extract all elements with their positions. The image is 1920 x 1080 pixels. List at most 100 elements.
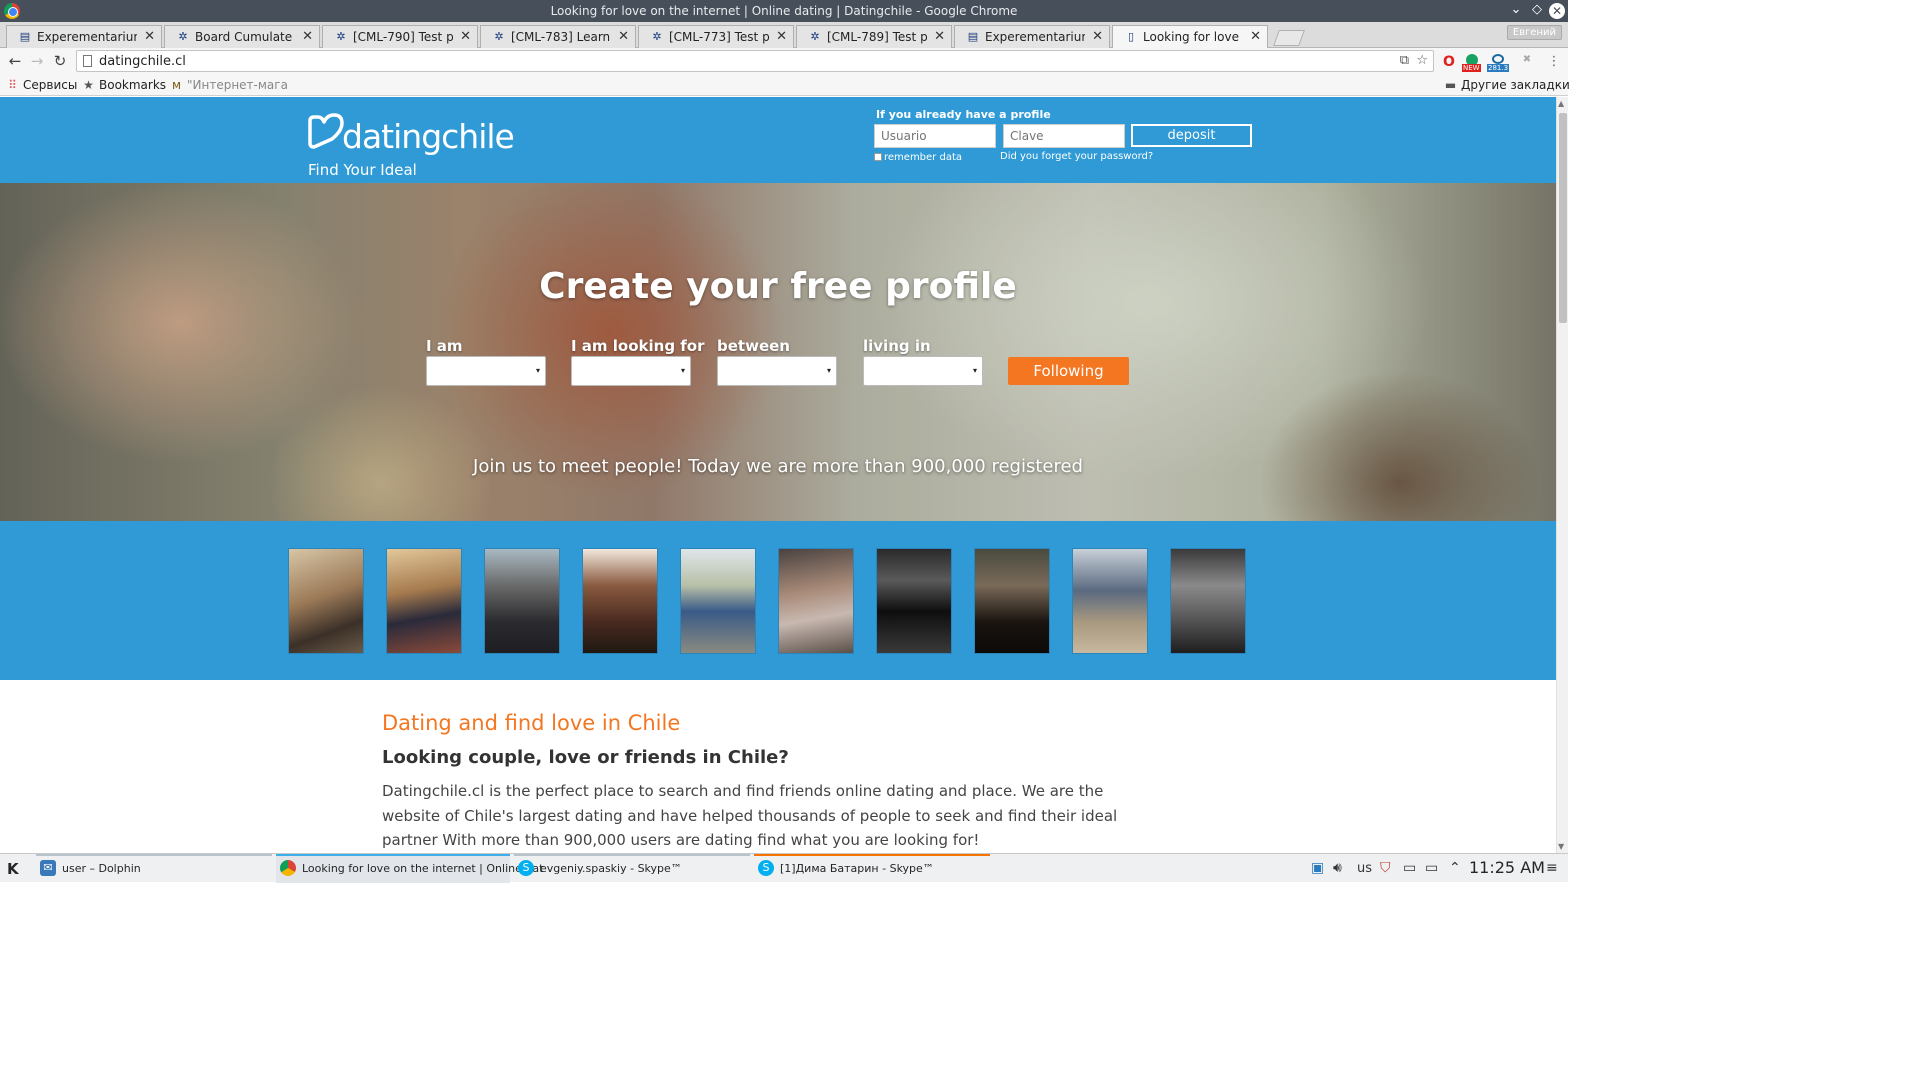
forward-arrow-icon[interactable]: → — [28, 52, 46, 70]
following-button[interactable]: Following — [1008, 357, 1129, 385]
site-header: datingchile Find Your Ideal If you alrea… — [0, 97, 1556, 183]
heart-logo-icon — [308, 113, 344, 149]
username-input[interactable] — [874, 124, 996, 148]
select-living-in[interactable]: ▾ — [863, 356, 983, 386]
join-tagline: Join us to meet people! Today we are mor… — [473, 456, 1083, 477]
tab-close-icon[interactable]: ✕ — [144, 29, 155, 44]
shield-icon[interactable]: ⛉ — [1380, 860, 1391, 876]
content-subheading: Looking couple, love or friends in Chile… — [382, 747, 789, 768]
browser-tab[interactable]: ✲ [CML-789] Test proje ✕ — [796, 25, 952, 48]
translate-icon[interactable]: ⧉ — [1400, 53, 1409, 68]
member-photo[interactable] — [1072, 548, 1148, 654]
skype-icon: S — [758, 860, 774, 876]
browser-tab-active[interactable]: ▯ Looking for love on ✕ — [1112, 25, 1268, 49]
browser-tab[interactable]: ✲ [CML-790] Test proje ✕ — [322, 25, 478, 48]
shop-icon: м — [171, 78, 182, 92]
member-photo[interactable] — [1170, 548, 1246, 654]
browser-tab[interactable]: ✲ Board Cumulate - A ✕ — [164, 25, 320, 48]
browser-tab[interactable]: ✲ [CML-783] Learning ✕ — [480, 25, 636, 48]
bookmark-shop[interactable]: м "Интернет-мага — [170, 78, 288, 92]
tab-close-icon[interactable]: ✕ — [460, 29, 471, 44]
display-icon[interactable]: ▭ — [1425, 860, 1438, 876]
new-tab-button[interactable] — [1273, 30, 1305, 46]
password-input[interactable] — [1003, 124, 1125, 148]
bookmarks-bar: ⠿ Сервисы ★ Bookmarks м "Интернет-мага ▬ Дру… — [0, 75, 1570, 96]
bookmark-other[interactable]: ▬ Другие закладки — [1444, 78, 1570, 92]
hero-title: Create your free profile — [539, 266, 1017, 307]
taskbar-item-skype-1[interactable]: S evgeniy.spaskiy - Skype™ — [514, 854, 750, 883]
page-scrollbar[interactable]: ▲ ▼ — [1556, 97, 1568, 853]
clipboard-icon[interactable]: ▭ — [1403, 860, 1416, 876]
taskbar-item-dolphin[interactable]: ✉ user – Dolphin — [36, 854, 272, 883]
browser-tab[interactable]: ✲ [CML-773] Test proje ✕ — [638, 25, 794, 48]
extension-counter-icon[interactable]: 281.3 — [1487, 54, 1510, 72]
remember-data-checkbox[interactable]: remember data — [874, 152, 962, 163]
tab-close-icon[interactable]: ✕ — [1092, 29, 1103, 44]
star-icon: ★ — [83, 78, 94, 92]
extension-puzzle-icon[interactable]: ✖ — [1519, 54, 1535, 70]
select-looking-for[interactable]: ▾ — [571, 356, 691, 386]
member-photo[interactable] — [582, 548, 658, 654]
tab-close-icon[interactable]: ✕ — [618, 29, 629, 44]
opera-icon[interactable]: O — [1441, 54, 1457, 70]
back-arrow-icon[interactable]: ← — [6, 52, 24, 70]
caret-down-icon: ▾ — [972, 366, 977, 375]
login-deposit-button[interactable]: deposit — [1131, 124, 1252, 147]
window-close-button[interactable]: ✕ — [1549, 3, 1565, 19]
menu-dots-icon[interactable]: ⋮ — [1546, 54, 1562, 70]
profile-badge[interactable]: Евгений — [1506, 25, 1562, 40]
member-photo[interactable] — [974, 548, 1050, 654]
kde-menu-icon[interactable]: K — [7, 860, 19, 878]
taskbar-item-skype-2[interactable]: S [1]Дима Батарин - Skype™ — [754, 854, 990, 883]
member-photo[interactable] — [484, 548, 560, 654]
maximize-icon[interactable]: ◇ — [1529, 2, 1545, 17]
browser-tab[interactable]: ▤ Experementarium | ✕ — [6, 25, 162, 48]
taskbar-clock[interactable]: 11:25 AM — [1469, 858, 1545, 877]
tray-expand-icon[interactable]: ⌃ — [1449, 860, 1461, 876]
keyboard-layout[interactable]: us — [1357, 861, 1372, 876]
bookmark-folder-bookmarks[interactable]: ★ Bookmarks — [82, 78, 166, 92]
scroll-down-icon[interactable]: ▼ — [1558, 842, 1564, 851]
content-paragraph: Datingchile.cl is the perfect place to s… — [382, 782, 1118, 849]
member-photo[interactable] — [680, 548, 756, 654]
notifications-icon[interactable]: ▣ — [1311, 860, 1324, 876]
tab-close-icon[interactable]: ✕ — [302, 29, 313, 44]
reload-icon[interactable]: ↻ — [51, 52, 69, 70]
browser-tab[interactable]: ▤ Experementarium | ✕ — [954, 25, 1110, 48]
checkbox-box[interactable] — [874, 153, 882, 161]
tab-close-icon[interactable]: ✕ — [934, 29, 945, 44]
select-between[interactable]: ▾ — [717, 356, 837, 386]
tab-strip: ▤ Experementarium | ✕ ✲ Board Cumulate -… — [0, 22, 1568, 49]
page-viewport: datingchile Find Your Ideal If you alrea… — [0, 97, 1556, 853]
hero-section: Create your free profile I am ▾ I am loo… — [0, 183, 1556, 521]
window-title: Looking for love on the internet | Onlin… — [550, 4, 1018, 18]
jira-icon: ✲ — [178, 30, 188, 43]
address-bar[interactable]: datingchile.cl ⧉ ☆ — [76, 50, 1434, 72]
scrollbar-thumb[interactable] — [1559, 113, 1567, 323]
extension-new-icon[interactable]: NEW — [1462, 54, 1481, 72]
page-info-icon[interactable] — [83, 55, 92, 67]
tab-close-icon[interactable]: ✕ — [776, 29, 787, 44]
content-heading: Dating and find love in Chile — [382, 711, 681, 735]
member-photo[interactable] — [778, 548, 854, 654]
panel-menu-icon[interactable]: ≡ — [1546, 860, 1558, 876]
minimize-icon[interactable]: ⌄ — [1508, 2, 1524, 17]
forgot-password-link[interactable]: Did you forget your password? — [1000, 151, 1153, 162]
tab-close-icon[interactable]: ✕ — [1250, 29, 1261, 44]
chrome-icon — [280, 860, 296, 876]
bookmark-apps[interactable]: ⠿ Сервисы — [6, 78, 77, 92]
scroll-up-icon[interactable]: ▲ — [1558, 99, 1564, 108]
bookmark-star-icon[interactable]: ☆ — [1416, 53, 1428, 68]
member-photo[interactable] — [386, 548, 462, 654]
select-i-am[interactable]: ▾ — [426, 356, 546, 386]
volume-icon[interactable]: 🔊︎ — [1333, 860, 1342, 876]
site-tagline: Find Your Ideal — [308, 161, 417, 179]
member-photo[interactable] — [876, 548, 952, 654]
window-titlebar: Looking for love on the internet | Onlin… — [0, 0, 1568, 22]
taskbar-item-chrome[interactable]: Looking for love on the internet | Onlin… — [276, 854, 543, 883]
dolphin-icon: ✉ — [40, 860, 56, 876]
member-photo[interactable] — [288, 548, 364, 654]
jira-icon: ✲ — [336, 30, 346, 43]
jira-icon: ✲ — [652, 30, 662, 43]
page-icon: ▯ — [1127, 30, 1135, 43]
